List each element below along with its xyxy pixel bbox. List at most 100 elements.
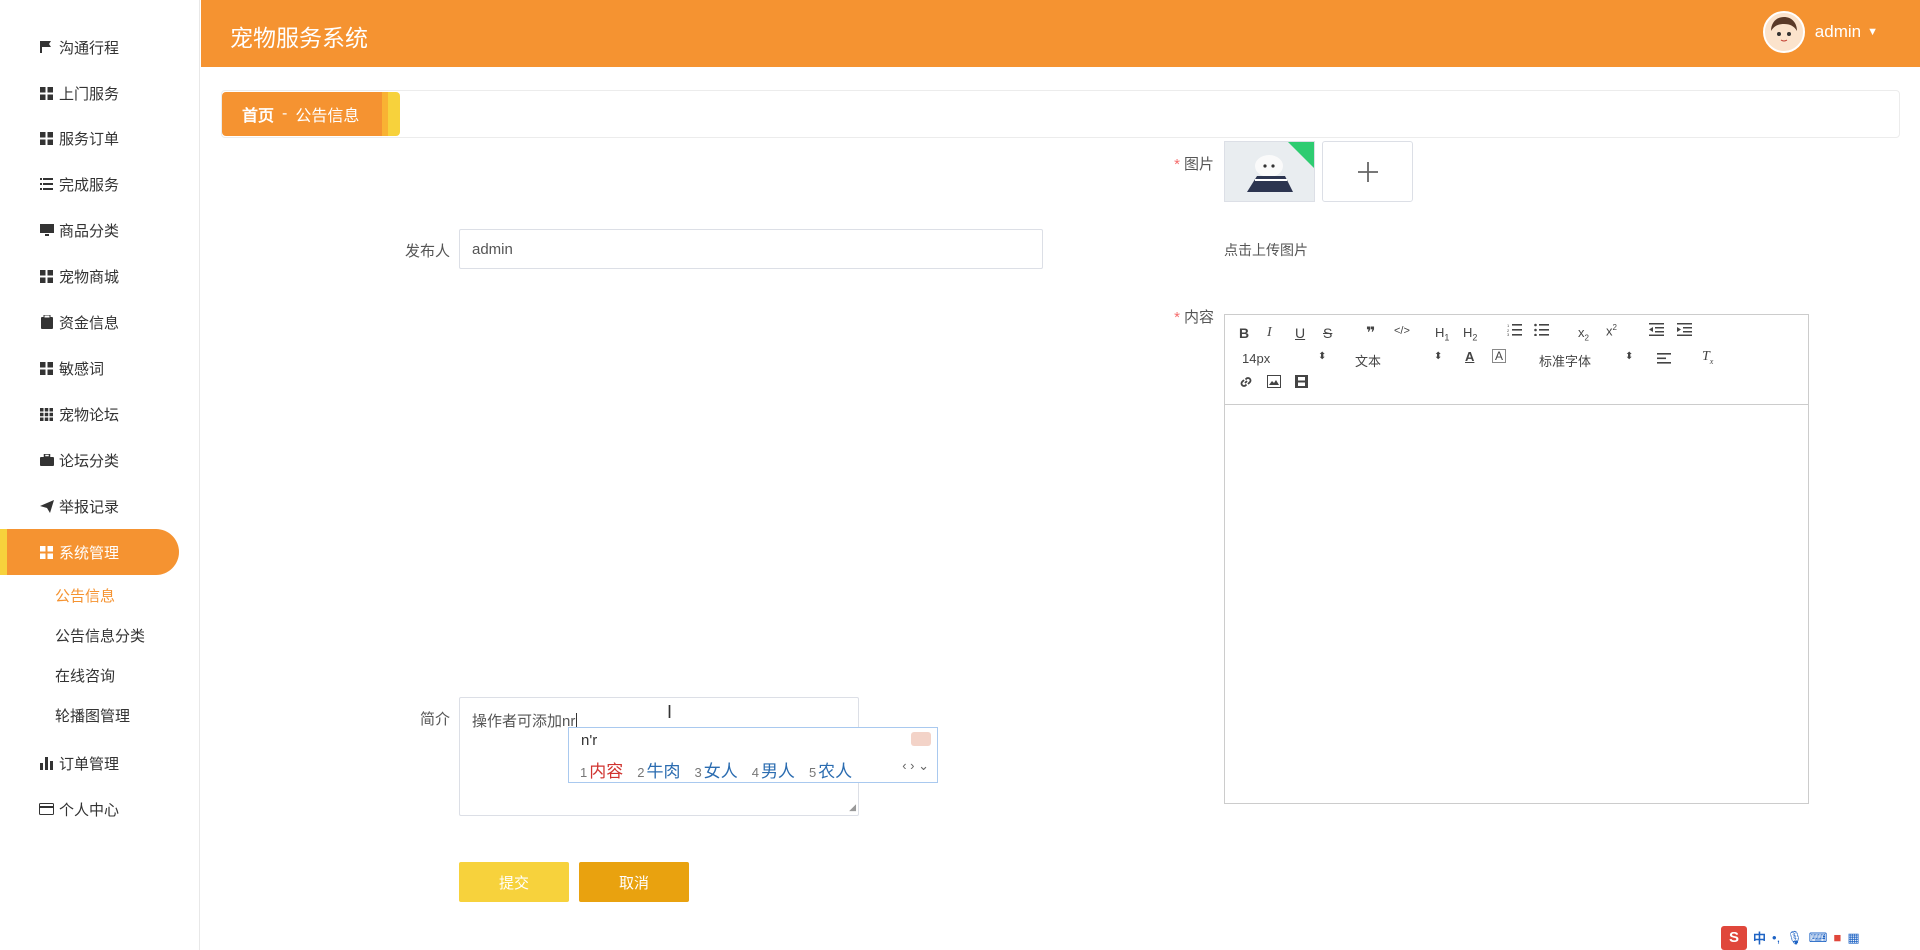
link-icon[interactable] [1239,375,1253,392]
blockquote-button[interactable]: ❞ [1366,323,1375,343]
underline-button[interactable]: U [1295,325,1305,341]
sidebar-item-label: 完成服务 [59,176,120,194]
user-menu[interactable]: admin ▼ [1762,11,1878,53]
punctuation-icon[interactable]: •, [1772,930,1780,945]
video-icon[interactable] [1295,375,1308,391]
upload-add-button[interactable] [1322,141,1413,202]
monitor-icon [39,223,54,238]
cancel-button[interactable]: 取消 [579,862,689,902]
heading2-button[interactable]: H2 [1463,325,1477,343]
breadcrumb-current: 公告信息 [295,108,360,125]
sidebar-subitem-carousel[interactable]: 轮播图管理 [55,705,130,726]
bullet-list-button[interactable] [1534,323,1549,339]
sidebar-item-pet-mall[interactable]: 宠物商城 [0,253,179,299]
sidebar-subitem-online-consult[interactable]: 在线咨询 [55,665,115,686]
skin-icon[interactable]: ■ [1833,930,1841,945]
breadcrumb-separator: - [282,105,288,122]
summary-value: 操作者可添加nr [472,713,576,730]
plus-icon [1357,161,1378,182]
heading1-button[interactable]: H1 [1435,325,1449,343]
strike-button[interactable]: S [1323,325,1332,341]
font-size-select[interactable]: 14px ⬍ [1242,351,1326,366]
image-icon[interactable] [1267,375,1281,391]
keyboard-icon[interactable]: ⌨ [1809,930,1828,946]
ime-candidate[interactable]: 1 内容 [580,757,623,782]
breadcrumb-trail: 首页 - 公告信息 [222,92,382,136]
input-mode-toggle[interactable]: 中 [1753,928,1766,947]
username: admin [1814,22,1862,41]
sidebar-item-order-management[interactable]: 订单管理 [0,740,179,786]
sidebar-subitem-announcements[interactable]: 公告信息 [55,585,115,606]
card-icon [39,802,54,817]
sidebar-subitem-announcement-categories[interactable]: 公告信息分类 [55,625,145,646]
sidebar-item-funds[interactable]: 资金信息 [0,299,179,345]
sidebar-item-reports[interactable]: 举报记录 [0,483,179,529]
clear-format-button[interactable]: Tx [1702,349,1713,366]
required-mark: * [1174,309,1180,326]
ime-candidate[interactable]: 4 男人 [752,757,795,782]
sidebar-item-pet-forum[interactable]: 宠物论坛 [0,391,179,437]
italic-button[interactable]: I [1267,325,1272,341]
summary-label: 简介 [419,711,450,728]
indent-button[interactable] [1677,323,1692,339]
sidebar-item-forum-categories[interactable]: 论坛分类 [0,437,179,483]
submit-button[interactable]: 提交 [459,862,569,902]
sidebar-item-home-service[interactable]: 上门服务 [0,70,179,116]
ime-candidates: 1 内容 2 牛肉 3 女人 4 男人 5 农人 [580,757,852,782]
font-color-button[interactable]: A [1465,349,1474,364]
ime-candidate[interactable]: 3 女人 [694,757,737,782]
top-header: 宠物服务系统 admin ▼ [201,0,1920,67]
avatar [1762,11,1805,53]
send-icon [39,499,54,514]
ime-candidate[interactable]: 2 牛肉 [637,757,680,782]
sidebar-item-personal-center[interactable]: 个人中心 [0,786,179,832]
publisher-input[interactable]: admin [459,229,1043,269]
ime-candidate[interactable]: 5 农人 [809,757,852,782]
uploaded-image-thumbnail[interactable] [1224,141,1315,202]
sogou-logo[interactable]: S [1721,925,1747,950]
microphone-icon[interactable]: 🎙 [1786,930,1803,946]
sidebar-item-system-management[interactable]: 系统管理 [0,529,179,575]
ime-page-nav[interactable]: ‹ › ⌄ [902,758,929,774]
align-button[interactable] [1657,351,1671,367]
subscript-button[interactable]: x2 [1578,325,1589,343]
sidebar-item-label: 宠物商城 [59,268,120,286]
list-icon [39,177,54,192]
sidebar-item-label: 个人中心 [59,801,120,819]
block-type-select[interactable]: 文本 ⬍ [1355,351,1442,370]
sidebar-item-label: 宠物论坛 [59,406,120,424]
required-mark: * [1174,156,1180,173]
sidebar-item-completed-services[interactable]: 完成服务 [0,161,179,207]
rich-text-editor[interactable]: B I U S ❞ </> H1 H2 123 x2 x2 14px ⬍ 文本 ⬍ … [1224,314,1809,804]
sidebar-item-label: 举报记录 [59,498,120,516]
sidebar-item-label: 订单管理 [59,755,120,773]
ime-candidate-popup[interactable]: n'r 1 内容 2 牛肉 3 女人 4 男人 5 农人 ‹ › ⌄ [568,727,938,783]
bold-button[interactable]: B [1239,325,1249,341]
grid-icon [39,545,54,560]
chevron-down-icon: ▼ [1867,26,1878,38]
grid-icon [39,269,54,284]
grid-icon [39,86,54,101]
sidebar-item-label: 上门服务 [59,85,120,103]
superscript-button[interactable]: x2 [1606,323,1617,338]
sidebar-item-sensitive-words[interactable]: 敏感词 [0,345,179,391]
image-label: * 图片 [1174,156,1214,173]
content-label: * 内容 [1174,309,1214,326]
background-color-button[interactable]: A [1492,349,1507,363]
toolbox-icon[interactable]: ▦ [1847,930,1859,946]
font-family-select[interactable]: 标准字体 ⬍ [1539,351,1633,370]
resize-handle-icon[interactable]: ◢ [849,802,856,813]
sidebar-item-service-orders[interactable]: 服务订单 [0,115,179,161]
sidebar-item-label: 敏感词 [59,360,105,378]
code-button[interactable]: </> [1394,325,1410,337]
thumbnail-status-corner [1288,142,1314,168]
sidebar-item-product-categories[interactable]: 商品分类 [0,207,179,253]
ordered-list-button[interactable]: 123 [1507,323,1522,339]
breadcrumb-home[interactable]: 首页 [242,102,274,126]
apps-icon [39,407,54,422]
grid-icon [39,131,54,146]
sidebar-item-communication[interactable]: 沟通行程 [0,24,179,70]
outdent-button[interactable] [1649,323,1664,339]
editor-toolbar: B I U S ❞ </> H1 H2 123 x2 x2 14px ⬍ 文本 ⬍ … [1225,315,1808,405]
ime-mascot-icon [911,732,931,746]
